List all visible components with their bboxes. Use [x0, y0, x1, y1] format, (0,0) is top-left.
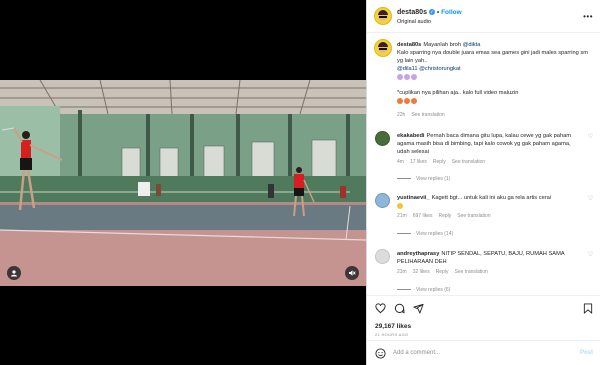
likes-count[interactable]: 29,167 likes [375, 323, 411, 330]
caption-meta: 22h See translation [397, 112, 451, 118]
comment-like-icon[interactable]: ♡ [588, 133, 593, 140]
caption-see-translation[interactable]: See translation [411, 112, 444, 118]
post-details-panel: desta80s ✓ • Follow Original audio ••• dest… [366, 0, 600, 365]
user-tags-icon[interactable] [7, 266, 21, 280]
comment-avatar[interactable] [375, 193, 390, 208]
separator-dot: • [436, 10, 440, 16]
mention-link[interactable]: @dikta [463, 42, 481, 48]
post-modal: desta80s ✓ • Follow Original audio ••• dest… [0, 0, 600, 365]
more-options-icon[interactable]: ••• [583, 12, 593, 21]
emoji-row-2 [397, 97, 418, 104]
comment-like-icon[interactable]: ♡ [588, 251, 593, 258]
caption-username[interactable]: desta80s [397, 42, 421, 48]
comment-like-icon[interactable]: ♡ [588, 195, 593, 202]
post-time: 21 HOURS AGO [375, 332, 409, 337]
comment-text: ekakabedi Pernah baca dimana gitu lupa, k… [397, 133, 572, 155]
comment-avatar[interactable] [375, 131, 390, 146]
caption-time: 22h [397, 112, 406, 118]
verified-badge-icon: ✓ [428, 9, 435, 16]
post-header: desta80s ✓ • Follow Original audio ••• [367, 0, 600, 33]
comment-meta: 21m 697 likes Reply See translation [397, 213, 491, 219]
bookmark-icon[interactable] [583, 303, 593, 314]
author-username[interactable]: desta80s [397, 9, 427, 16]
post-comment-button[interactable]: Post [580, 350, 593, 356]
comment-text: andreythaprasy NITIP SENDAL, SEPATU, BAJU… [397, 251, 565, 265]
comment-username[interactable]: andreythaprasy [397, 251, 439, 257]
comment-username[interactable]: ekakabedi [397, 133, 425, 139]
mentions-link[interactable]: @dila11 @christorungkat [397, 66, 461, 72]
video-player[interactable] [0, 0, 366, 365]
comment-meta: 23m 32 likes Reply See translation [397, 269, 488, 275]
share-icon[interactable] [413, 303, 424, 314]
caption-text: desta80s Mayanlah broh @dikta Kalo sparri… [397, 41, 593, 105]
emoji-row-1 [397, 73, 418, 80]
emoji [397, 202, 403, 209]
original-audio-link[interactable]: Original audio [397, 19, 431, 25]
badminton-court-scene [0, 80, 366, 286]
video-frame[interactable] [0, 80, 366, 286]
comment-meta: 4m 17 likes Reply See translation [397, 159, 486, 165]
author-avatar[interactable] [374, 7, 392, 25]
add-comment-bar: Add a comment... Post [367, 340, 600, 365]
comment-text: yustinaevii_ Kagett bgt... untuk kali ini… [397, 194, 583, 210]
follow-button[interactable]: Follow [441, 9, 462, 16]
comment-input[interactable]: Add a comment... [393, 350, 440, 356]
view-replies-button[interactable]: View replies (6) [397, 287, 450, 293]
emoji-icon[interactable] [375, 348, 386, 359]
comment-username[interactable]: yustinaevii_ [397, 195, 430, 201]
mute-icon[interactable] [345, 266, 359, 280]
comment-icon[interactable] [394, 303, 405, 314]
post-actions: 29,167 likes 21 HOURS AGO [367, 295, 600, 340]
view-replies-button[interactable]: View replies (1) [397, 176, 450, 182]
comments-list[interactable]: desta80s Mayanlah broh @dikta Kalo sparri… [367, 33, 600, 295]
heart-icon[interactable] [375, 303, 386, 314]
comment-avatar[interactable] [375, 249, 390, 264]
caption-avatar[interactable] [374, 39, 392, 57]
view-replies-button[interactable]: View replies (14) [397, 231, 453, 237]
